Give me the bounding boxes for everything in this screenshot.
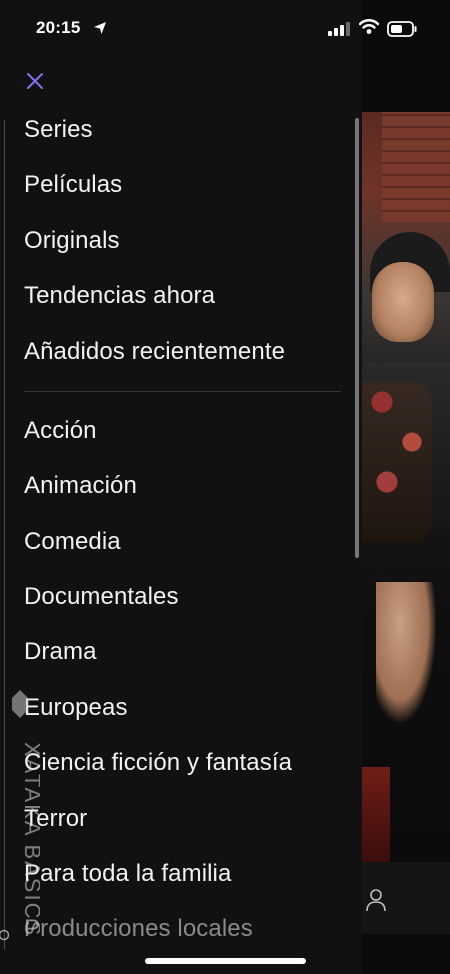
poster-hand bbox=[376, 582, 436, 722]
menu-divider bbox=[24, 391, 341, 392]
status-bar: 20:15 bbox=[0, 0, 450, 56]
menu-item-originals[interactable]: Originals bbox=[24, 227, 120, 255]
background-poster bbox=[362, 112, 450, 862]
menu-item-peliculas[interactable]: Películas bbox=[24, 171, 122, 199]
watermark-text: XATAKA BASICS bbox=[20, 742, 40, 937]
location-arrow-icon bbox=[94, 22, 106, 34]
poster-face bbox=[372, 262, 434, 342]
cellular-signal-icon bbox=[328, 22, 350, 36]
menu-item-tendencias[interactable]: Tendencias ahora bbox=[24, 282, 215, 310]
menu-item-anadidos[interactable]: Añadidos recientemente bbox=[24, 338, 285, 366]
wifi-icon bbox=[359, 19, 379, 34]
genre-item-producciones-locales[interactable]: Producciones locales bbox=[24, 915, 253, 943]
battery-icon bbox=[387, 21, 417, 37]
genre-item-familia[interactable]: Para toda la familia bbox=[24, 860, 231, 888]
poster-brick-wall bbox=[382, 112, 450, 222]
status-time: 20:15 bbox=[36, 18, 81, 37]
home-indicator[interactable] bbox=[145, 958, 306, 964]
poster-floral-dress bbox=[362, 382, 432, 542]
genre-item-drama[interactable]: Drama bbox=[24, 638, 97, 666]
menu-scrollbar[interactable] bbox=[355, 118, 359, 558]
poster-red-stripe bbox=[362, 767, 390, 862]
genre-item-ciencia-ficcion[interactable]: Ciencia ficción y fantasía bbox=[24, 749, 292, 777]
genre-item-documentales[interactable]: Documentales bbox=[24, 583, 179, 611]
genre-item-animacion[interactable]: Animación bbox=[24, 472, 137, 500]
close-icon[interactable] bbox=[24, 70, 46, 92]
profile-icon[interactable] bbox=[365, 888, 387, 912]
genre-item-accion[interactable]: Acción bbox=[24, 417, 97, 445]
xataka-basics-watermark: XATAKA BASICS bbox=[0, 690, 40, 941]
genre-item-comedia[interactable]: Comedia bbox=[24, 528, 121, 556]
menu-item-series[interactable]: Series bbox=[24, 116, 93, 144]
